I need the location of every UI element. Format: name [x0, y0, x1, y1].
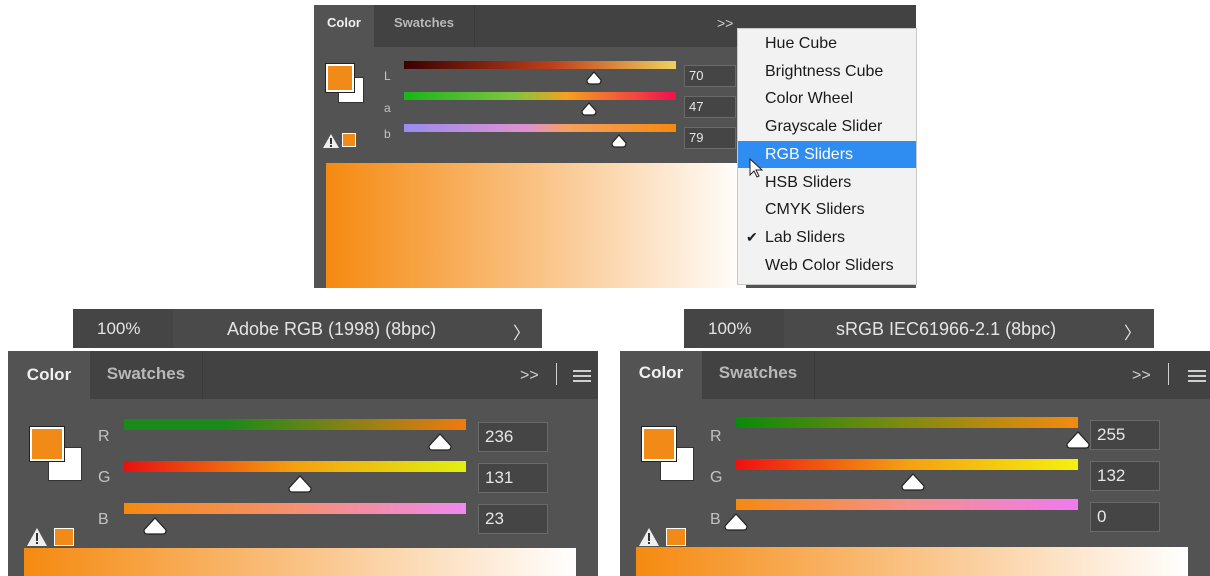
divider	[1168, 363, 1169, 385]
menu-item[interactable]: Color Wheel	[738, 85, 916, 112]
color-profile-text: sRGB IEC61966-2.1 (8bpc)	[836, 319, 1057, 339]
slider-b[interactable]	[736, 499, 1078, 510]
zoom-text: 100%	[708, 319, 752, 338]
value-b[interactable]: 0	[1090, 502, 1160, 532]
left-color-panel: Color Swatches >> R G B 236 131 23	[8, 351, 598, 576]
check-icon: ✔	[746, 228, 758, 245]
slider-b[interactable]	[124, 503, 466, 514]
value-r[interactable]: 255	[1090, 420, 1160, 450]
menu-item-label: Lab Sliders	[765, 228, 846, 246]
value-g[interactable]: 132	[1090, 461, 1160, 491]
menu-item-label: Hue Cube	[765, 35, 838, 52]
expand-icon[interactable]: >>	[520, 367, 539, 385]
tab-color[interactable]: Color	[620, 351, 702, 399]
slider-b[interactable]	[404, 124, 676, 132]
value-a[interactable]: 47	[684, 96, 736, 118]
cursor-icon	[749, 158, 763, 178]
menu-item-label: HSB Sliders	[765, 173, 852, 191]
right-color-panel: Color Swatches >> R G B 255 132 0	[620, 351, 1210, 576]
menu-item-label: Color Wheel	[765, 90, 854, 108]
tab-color[interactable]: Color	[8, 351, 90, 399]
menu-item-label: Web Color Sliders	[765, 256, 894, 274]
color-ramp[interactable]	[326, 163, 746, 288]
menu-item[interactable]: HSB Sliders	[738, 169, 916, 196]
expand-icon[interactable]: >>	[717, 15, 733, 31]
tab-color[interactable]: Color	[314, 5, 374, 47]
foreground-color-chip[interactable]	[325, 63, 355, 93]
menu-item[interactable]: Grayscale Slider	[738, 113, 916, 140]
tab-swatches[interactable]: Swatches	[702, 351, 815, 399]
value-b[interactable]: 23	[478, 504, 548, 534]
gamut-swatch[interactable]	[342, 133, 356, 147]
channel-label-r: R	[710, 428, 722, 445]
foreground-color-chip[interactable]	[641, 426, 677, 462]
tab-swatches[interactable]: Swatches	[374, 5, 475, 47]
hamburger-icon[interactable]	[573, 369, 591, 383]
channel-label-r: R	[98, 428, 110, 445]
foreground-color-chip[interactable]	[29, 426, 65, 462]
value-r[interactable]: 236	[478, 422, 548, 452]
menu-item[interactable]: Hue Cube	[738, 30, 916, 57]
color-profile-text: Adobe RGB (1998) (8bpc)	[227, 319, 437, 339]
slider-a[interactable]	[404, 92, 676, 100]
status-arrow-icon[interactable]: 〉	[1124, 319, 1141, 344]
color-panel-flyout-menu: Hue Cube Brightness Cube Color Wheel Graysc…	[737, 28, 917, 285]
menu-item-label: Brightness Cube	[765, 62, 884, 80]
menu-item-label: Grayscale Slider	[765, 118, 883, 136]
warning-icon[interactable]	[26, 527, 48, 547]
gamut-swatch[interactable]	[54, 528, 74, 546]
tab-swatches[interactable]: Swatches	[90, 351, 203, 399]
tab-bar: Color Swatches >>	[8, 351, 598, 399]
menu-item[interactable]: CMYK Sliders	[738, 196, 916, 223]
value-g[interactable]: 131	[478, 463, 548, 493]
hamburger-icon[interactable]	[1188, 369, 1206, 383]
left-status-bar: 100% Adobe RGB (1998) (8bpc) 〉	[73, 309, 542, 348]
slider-l[interactable]	[404, 61, 676, 69]
menu-item[interactable]: Web Color Sliders	[738, 252, 916, 279]
zoom-text: 100%	[97, 319, 141, 338]
channel-label-b: B	[710, 511, 721, 528]
slider-r[interactable]	[124, 419, 466, 430]
tab-bar: Color Swatches >>	[620, 351, 1210, 399]
color-ramp[interactable]	[24, 548, 576, 576]
color-ramp[interactable]	[636, 547, 1188, 576]
slider-g[interactable]	[736, 459, 1078, 470]
warning-icon[interactable]	[638, 527, 660, 547]
status-arrow-icon[interactable]: 〉	[513, 319, 530, 344]
warning-icon[interactable]	[322, 133, 340, 149]
divider	[556, 363, 557, 385]
right-status-bar: 100% sRGB IEC61966-2.1 (8bpc) 〉	[684, 309, 1154, 348]
channel-label-g: G	[710, 469, 723, 486]
menu-item-label: CMYK Sliders	[765, 201, 865, 219]
slider-g[interactable]	[124, 461, 466, 472]
channel-label-b: b	[384, 127, 391, 141]
menu-item-label: RGB Sliders	[765, 145, 854, 163]
channel-label-l: L	[384, 69, 391, 83]
channel-label-a: a	[384, 101, 391, 115]
gamut-swatch[interactable]	[666, 528, 686, 546]
value-b[interactable]: 79	[684, 127, 736, 149]
channel-label-g: G	[98, 469, 111, 486]
menu-item[interactable]: RGB Sliders	[738, 140, 916, 168]
menu-item[interactable]: ✔ Lab Sliders	[738, 224, 916, 251]
slider-r[interactable]	[736, 417, 1078, 428]
expand-icon[interactable]: >>	[1132, 367, 1151, 385]
channel-label-b: B	[98, 511, 109, 528]
value-l[interactable]: 70	[684, 65, 736, 87]
menu-item[interactable]: Brightness Cube	[738, 58, 916, 85]
